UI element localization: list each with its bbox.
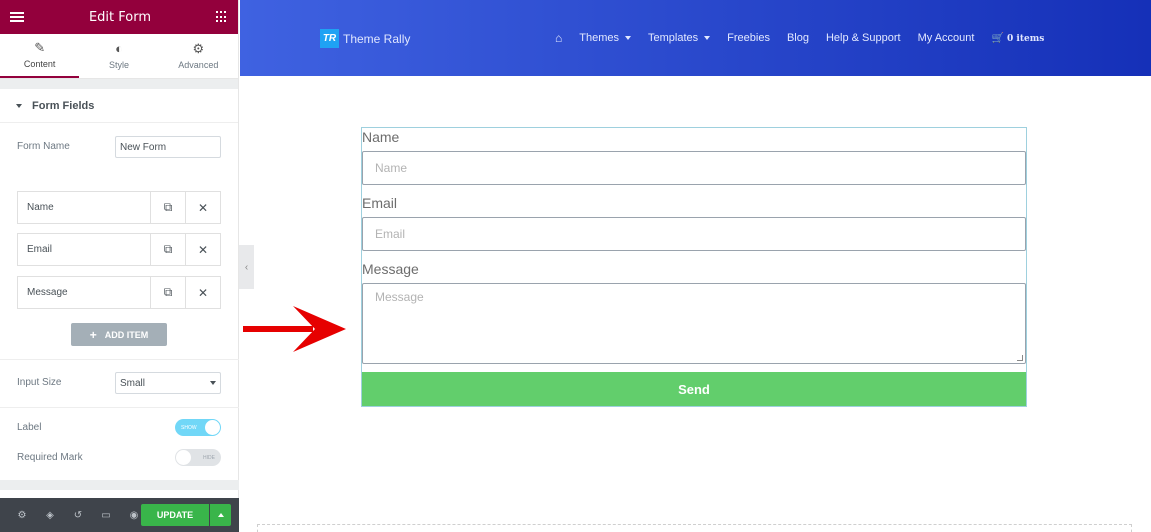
section-gap bbox=[0, 79, 238, 89]
settings-icon[interactable]: ⚙ bbox=[8, 510, 36, 521]
section-gap bbox=[0, 480, 239, 490]
close-icon[interactable]: ✕ bbox=[185, 192, 220, 223]
section-title: Form Fields bbox=[32, 99, 95, 112]
repeater-item-label: Name bbox=[27, 202, 54, 213]
nav-blog[interactable]: Blog bbox=[787, 32, 809, 44]
input-size-select[interactable]: Small bbox=[115, 372, 221, 394]
main-nav: ⌂ Themes Templates Freebies Blog Help & … bbox=[555, 30, 1044, 46]
required-mark-label: Required Mark bbox=[17, 452, 83, 463]
divider bbox=[0, 407, 239, 408]
nav-templates[interactable]: Templates bbox=[648, 32, 711, 44]
logo-text: Theme Rally bbox=[343, 31, 411, 46]
site-header: TR Theme Rally ⌂ Themes Templates Freebi… bbox=[240, 0, 1151, 76]
tab-style-label: Style bbox=[108, 60, 129, 70]
repeater-item-name[interactable]: Name ⧉ ✕ bbox=[17, 191, 221, 224]
required-toggle-text: HIDE bbox=[203, 454, 215, 461]
nav-themes-label: Themes bbox=[579, 32, 619, 44]
label-toggle[interactable]: SHOW bbox=[175, 419, 221, 436]
chevron-left-icon: ‹ bbox=[244, 261, 249, 273]
gear-icon: ⚙ bbox=[192, 41, 205, 56]
logo-mark: TR bbox=[320, 29, 339, 48]
email-input[interactable]: Email bbox=[362, 217, 1026, 251]
name-input[interactable]: Name bbox=[362, 151, 1026, 185]
message-placeholder: Message bbox=[375, 290, 424, 304]
resize-grip-icon[interactable] bbox=[1017, 355, 1023, 361]
select-caret-icon bbox=[210, 381, 216, 385]
toggle-knob bbox=[205, 420, 220, 435]
empty-section-placeholder bbox=[257, 524, 1132, 532]
nav-freebies[interactable]: Freebies bbox=[727, 32, 770, 44]
input-size-value: Small bbox=[120, 377, 146, 389]
add-item-button[interactable]: + ADD ITEM bbox=[71, 323, 167, 346]
nav-themes[interactable]: Themes bbox=[579, 32, 631, 44]
label-toggle-label: Label bbox=[17, 422, 42, 433]
close-icon[interactable]: ✕ bbox=[185, 277, 220, 308]
chevron-down-icon bbox=[625, 36, 631, 41]
panel-collapse-handle[interactable]: ‹ bbox=[239, 245, 254, 289]
tab-advanced[interactable]: ⚙ Advanced bbox=[159, 34, 238, 78]
panel-title: Edit Form bbox=[88, 9, 152, 25]
pencil-icon: ✎ bbox=[34, 40, 46, 55]
contact-form: Name Name Email Email Message Message Se… bbox=[361, 127, 1027, 407]
label-toggle-text: SHOW bbox=[181, 424, 197, 431]
chevron-down-icon bbox=[704, 36, 711, 41]
duplicate-icon[interactable]: ⧉ bbox=[150, 192, 185, 223]
caret-up-icon bbox=[217, 513, 224, 517]
cart-link[interactable]: 🛒 0 items bbox=[991, 33, 1044, 44]
cart-label: 0 items bbox=[1007, 33, 1045, 44]
form-name-label: Form Name bbox=[17, 141, 70, 152]
editor-panel: Edit Form ✎ Content ◐ Style ⚙ Advanced F… bbox=[0, 0, 239, 532]
duplicate-icon[interactable]: ⧉ bbox=[150, 234, 185, 265]
panel-tabs: ✎ Content ◐ Style ⚙ Advanced bbox=[0, 34, 238, 79]
form-name-input[interactable]: New Form bbox=[115, 136, 221, 158]
site-logo[interactable]: TR Theme Rally bbox=[320, 29, 410, 48]
update-button[interactable]: UPDATE bbox=[141, 504, 209, 526]
red-arrow-annotation bbox=[243, 306, 346, 352]
tab-advanced-label: Advanced bbox=[178, 60, 219, 70]
widgets-grid-icon[interactable] bbox=[216, 11, 228, 23]
divider bbox=[0, 359, 239, 360]
tab-style[interactable]: ◐ Style bbox=[79, 34, 158, 78]
duplicate-icon[interactable]: ⧉ bbox=[150, 277, 185, 308]
update-options-button[interactable] bbox=[210, 504, 231, 526]
tab-content-label: Content bbox=[23, 59, 56, 69]
tab-content[interactable]: ✎ Content bbox=[0, 34, 80, 78]
repeater-item-label: Message bbox=[27, 287, 68, 298]
repeater-item-message[interactable]: Message ⧉ ✕ bbox=[17, 276, 221, 309]
responsive-icon[interactable]: ▭ bbox=[92, 510, 120, 521]
layers-icon[interactable]: ◈ bbox=[36, 510, 64, 521]
hamburger-menu-icon[interactable] bbox=[10, 12, 24, 22]
email-label: Email bbox=[362, 195, 398, 211]
nav-templates-label: Templates bbox=[648, 32, 699, 44]
home-icon[interactable]: ⌂ bbox=[555, 31, 562, 45]
plus-icon: + bbox=[89, 327, 97, 342]
add-item-label: ADD ITEM bbox=[104, 329, 149, 340]
caret-down-icon bbox=[16, 103, 22, 108]
message-textarea[interactable]: Message bbox=[362, 283, 1026, 364]
required-mark-toggle[interactable]: HIDE bbox=[175, 449, 221, 466]
nav-my-account[interactable]: My Account bbox=[918, 32, 975, 44]
repeater-item-email[interactable]: Email ⧉ ✕ bbox=[17, 233, 221, 266]
message-label: Message bbox=[362, 261, 419, 277]
half-circle-icon: ◐ bbox=[115, 41, 123, 56]
panel-footer: ⚙ ◈ ↺ ▭ ◉ UPDATE bbox=[0, 498, 239, 532]
section-form-fields-header[interactable]: Form Fields bbox=[0, 89, 238, 123]
close-icon[interactable]: ✕ bbox=[185, 234, 220, 265]
send-button[interactable]: Send bbox=[362, 372, 1026, 406]
history-icon[interactable]: ↺ bbox=[64, 510, 92, 521]
input-size-label: Input Size bbox=[17, 377, 62, 388]
toggle-knob bbox=[176, 450, 191, 465]
repeater-item-label: Email bbox=[27, 244, 53, 255]
panel-topbar: Edit Form bbox=[0, 0, 238, 34]
cart-icon: 🛒 bbox=[991, 32, 1004, 44]
nav-help-support[interactable]: Help & Support bbox=[826, 32, 901, 44]
name-label: Name bbox=[362, 129, 400, 145]
